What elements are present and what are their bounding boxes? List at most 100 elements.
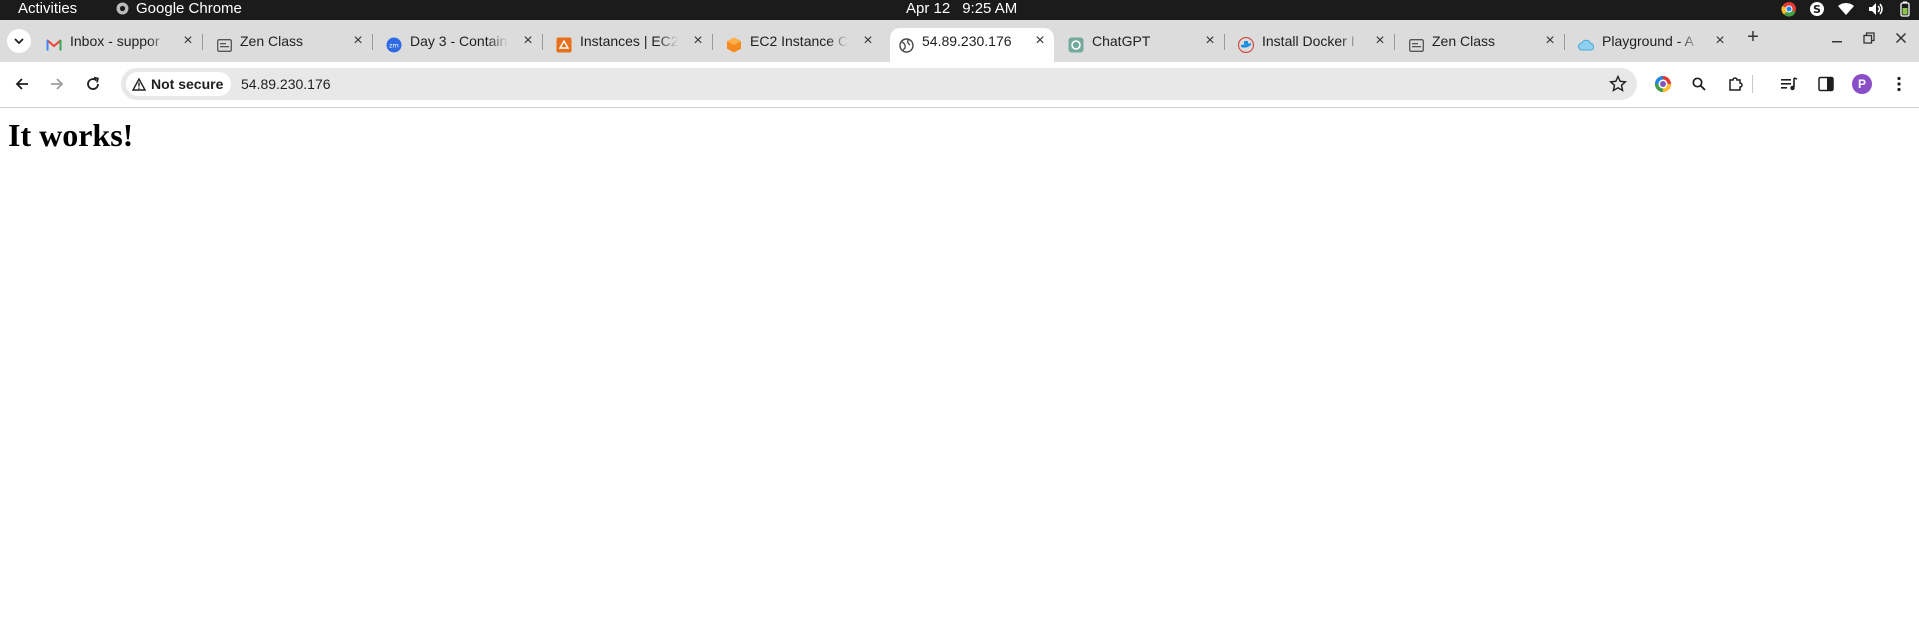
app-name: Google Chrome [136, 0, 242, 17]
tab-separator [1394, 34, 1395, 50]
clock[interactable]: Apr 12 9:25 AM [906, 0, 1017, 17]
tab-separator [372, 34, 373, 50]
chrome-menu-button[interactable] [1888, 73, 1910, 95]
playlist-music-icon [1781, 77, 1798, 91]
svg-text:S: S [1813, 3, 1821, 16]
chrome-icon[interactable] [1781, 1, 1797, 17]
clock-date: Apr 12 [906, 0, 951, 17]
new-tab-button[interactable]: + [1742, 26, 1764, 48]
tab-zen-class[interactable]: Zen Class × [208, 28, 373, 62]
tab-close-icon[interactable]: × [1202, 33, 1218, 49]
ec2-icon [726, 37, 742, 53]
aws-icon [556, 37, 572, 53]
tab-close-icon[interactable]: × [1032, 33, 1048, 49]
page-content: It works! [0, 108, 1919, 639]
minimize-button[interactable] [1827, 28, 1847, 48]
url-text[interactable]: 54.89.230.176 [241, 68, 331, 100]
arrow-right-icon [51, 78, 64, 90]
puzzle-icon [1729, 77, 1743, 91]
search-icon [1692, 77, 1706, 91]
chatgpt-icon [1068, 37, 1084, 53]
tab-strip: Inbox - suppor × Zen Class × zm Day 3 - … [0, 20, 1919, 62]
tab-instances-ec2[interactable]: Instances | EC2 × [548, 28, 713, 62]
restore-button[interactable] [1859, 28, 1879, 48]
restore-icon [1863, 32, 1875, 44]
address-bar[interactable]: Not secure 54.89.230.176 [121, 68, 1637, 100]
tab-close-icon[interactable]: × [1372, 33, 1388, 49]
activities-button[interactable]: Activities [18, 0, 77, 17]
security-label: Not secure [151, 76, 224, 92]
media-controls-button[interactable] [1778, 73, 1800, 95]
tab-title: 54.89.230.176 [922, 33, 1012, 49]
tab-day3-container[interactable]: zm Day 3 - Contain × [378, 28, 543, 62]
tab-title: EC2 Instance C [750, 33, 848, 49]
battery-icon[interactable] [1897, 1, 1913, 17]
svg-text:zm: zm [389, 42, 399, 50]
cloud-icon [1578, 37, 1594, 53]
tab-separator [1564, 34, 1565, 50]
kebab-menu-icon [1897, 76, 1901, 92]
site-info-chip[interactable]: Not secure [126, 72, 232, 96]
tab-install-docker[interactable]: Install Docker I × [1230, 28, 1395, 62]
tab-close-icon[interactable]: × [520, 33, 536, 49]
tab-close-icon[interactable]: × [1712, 33, 1728, 49]
system-tray[interactable]: S [1781, 1, 1913, 17]
tab-close-icon[interactable]: × [350, 33, 366, 49]
tab-title: Playground - A [1602, 33, 1694, 49]
zoom-icon: zm [386, 37, 402, 53]
tab-playground[interactable]: Playground - A × [1570, 28, 1734, 62]
google-lens-extension-button[interactable] [1652, 73, 1674, 95]
app-menu[interactable]: Google Chrome [116, 0, 242, 17]
profile-button[interactable]: P [1851, 73, 1873, 95]
forward-button[interactable] [45, 72, 69, 96]
tab-zen-class-2[interactable]: Zen Class × [1400, 28, 1565, 62]
skype-icon[interactable]: S [1809, 1, 1825, 17]
side-panel-icon [1818, 76, 1834, 92]
page-heading: It works! [8, 117, 134, 153]
color-wheel-icon [1655, 76, 1671, 92]
tab-close-icon[interactable]: × [860, 33, 876, 49]
arrow-left-icon [15, 78, 28, 90]
extensions-button[interactable] [1725, 73, 1747, 95]
page-icon [216, 37, 232, 53]
tab-separator [202, 34, 203, 50]
bookmark-star-icon[interactable] [1609, 75, 1627, 93]
page-icon [1408, 37, 1424, 53]
search-button[interactable] [1688, 73, 1710, 95]
system-top-bar: Activities Google Chrome Apr 12 9:25 AM … [0, 0, 1919, 20]
tab-54-89-230-176[interactable]: 54.89.230.176 × [890, 28, 1054, 62]
chevron-down-icon [14, 38, 24, 45]
toolbar-divider [1751, 73, 1753, 95]
tab-title: Zen Class [240, 33, 304, 49]
globe-icon [898, 37, 914, 53]
clock-time: 9:25 AM [962, 0, 1018, 17]
tab-title: ChatGPT [1092, 33, 1151, 49]
close-icon [1895, 32, 1907, 44]
tab-separator [542, 34, 543, 50]
chrome-app-icon [116, 2, 129, 15]
tab-close-icon[interactable]: × [180, 33, 196, 49]
tab-search-button[interactable] [7, 29, 31, 53]
tab-title: Inbox - suppor [70, 33, 160, 49]
reload-icon [87, 76, 99, 90]
browser-toolbar: Not secure 54.89.230.176 P [0, 62, 1919, 108]
tab-inbox[interactable]: Inbox - suppor × [38, 28, 203, 62]
reload-button[interactable] [81, 72, 105, 96]
docker-icon [1238, 37, 1254, 53]
gmail-icon [46, 37, 62, 53]
wifi-icon[interactable] [1837, 2, 1855, 16]
tab-title: Instances | EC2 [580, 33, 678, 49]
tab-chatgpt[interactable]: ChatGPT × [1060, 28, 1225, 62]
tab-close-icon[interactable]: × [1542, 33, 1558, 49]
avatar: P [1852, 74, 1872, 94]
close-window-button[interactable] [1891, 28, 1911, 48]
minimize-icon [1832, 41, 1842, 43]
tab-title: Day 3 - Contain [410, 33, 508, 49]
side-panel-button[interactable] [1815, 73, 1837, 95]
warning-icon [132, 77, 146, 91]
volume-icon[interactable] [1867, 2, 1885, 16]
back-button[interactable] [10, 72, 34, 96]
tab-close-icon[interactable]: × [690, 33, 706, 49]
tab-title: Zen Class [1432, 33, 1496, 49]
tab-ec2-instance[interactable]: EC2 Instance C × [718, 28, 882, 62]
